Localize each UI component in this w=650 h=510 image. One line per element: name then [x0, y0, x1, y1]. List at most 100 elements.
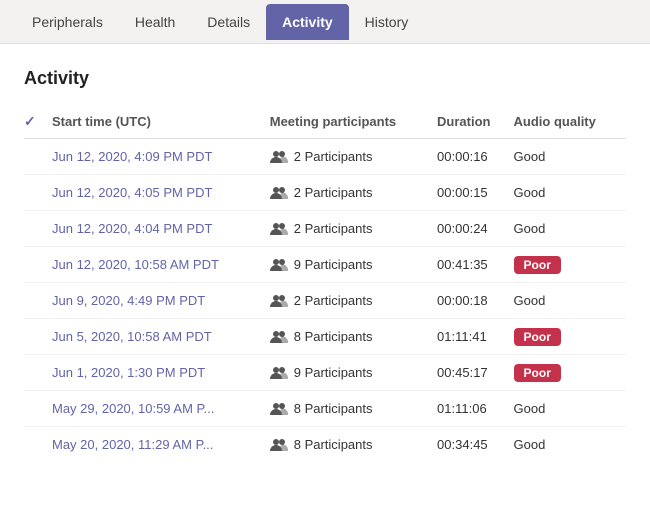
row-duration: 00:41:35 [437, 247, 513, 283]
tab-health[interactable]: Health [119, 4, 191, 40]
row-participants-count: 8 Participants [294, 329, 373, 344]
col-start-time: Start time (UTC) [52, 105, 270, 139]
start-time-link[interactable]: Jun 12, 2020, 4:09 PM PDT [52, 149, 212, 164]
row-duration: 00:00:16 [437, 139, 513, 175]
row-participants: 8 Participants [270, 319, 437, 355]
row-start-time[interactable]: Jun 12, 2020, 4:09 PM PDT [52, 139, 270, 175]
col-audio-quality: Audio quality [514, 105, 626, 139]
participants-icon [270, 402, 288, 416]
table-row: Jun 12, 2020, 4:05 PM PDT 2 Participants 0… [24, 175, 626, 211]
row-participants-count: 9 Participants [294, 365, 373, 380]
row-check [24, 319, 52, 355]
row-audio-quality: Poor [514, 247, 626, 283]
table-row: Jun 5, 2020, 10:58 AM PDT 8 Participants 0… [24, 319, 626, 355]
row-participants: 2 Participants [270, 139, 437, 175]
activity-table: ✓ Start time (UTC) Meeting participants … [24, 105, 626, 462]
row-audio-quality: Good [514, 283, 626, 319]
table-header-row: ✓ Start time (UTC) Meeting participants … [24, 105, 626, 139]
row-audio-quality: Good [514, 139, 626, 175]
row-start-time[interactable]: Jun 9, 2020, 4:49 PM PDT [52, 283, 270, 319]
start-time-link[interactable]: Jun 12, 2020, 4:04 PM PDT [52, 221, 212, 236]
participants-icon [270, 258, 288, 272]
row-duration: 00:45:17 [437, 355, 513, 391]
row-audio-quality: Good [514, 391, 626, 427]
row-check [24, 391, 52, 427]
row-participants: 9 Participants [270, 247, 437, 283]
row-start-time[interactable]: Jun 12, 2020, 10:58 AM PDT [52, 247, 270, 283]
participants-icon [270, 438, 288, 452]
row-participants-count: 9 Participants [294, 257, 373, 272]
row-check [24, 283, 52, 319]
participants-icon [270, 366, 288, 380]
row-audio-quality: Poor [514, 319, 626, 355]
row-participants-count: 8 Participants [294, 437, 373, 452]
row-check [24, 355, 52, 391]
row-participants: 2 Participants [270, 211, 437, 247]
start-time-link[interactable]: Jun 5, 2020, 10:58 AM PDT [52, 329, 212, 344]
start-time-link[interactable]: Jun 1, 2020, 1:30 PM PDT [52, 365, 205, 380]
col-duration: Duration [437, 105, 513, 139]
col-check: ✓ [24, 105, 52, 139]
start-time-link[interactable]: Jun 12, 2020, 10:58 AM PDT [52, 257, 219, 272]
row-start-time[interactable]: Jun 12, 2020, 4:05 PM PDT [52, 175, 270, 211]
row-participants-count: 2 Participants [294, 293, 373, 308]
row-participants-count: 2 Participants [294, 185, 373, 200]
row-duration: 00:00:15 [437, 175, 513, 211]
row-audio-quality: Good [514, 175, 626, 211]
row-check [24, 175, 52, 211]
row-participants: 2 Participants [270, 175, 437, 211]
row-duration: 00:00:18 [437, 283, 513, 319]
row-start-time[interactable]: May 29, 2020, 10:59 AM P... [52, 391, 270, 427]
row-audio-quality: Good [514, 427, 626, 463]
row-participants: 2 Participants [270, 283, 437, 319]
main-content: Activity ✓ Start time (UTC) Meeting part… [0, 44, 650, 510]
participants-icon [270, 330, 288, 344]
tab-bar: PeripheralsHealthDetailsActivityHistory [0, 0, 650, 44]
tab-details[interactable]: Details [191, 4, 266, 40]
row-check [24, 139, 52, 175]
row-duration: 00:34:45 [437, 427, 513, 463]
start-time-link[interactable]: May 29, 2020, 10:59 AM P... [52, 401, 214, 416]
participants-icon [270, 222, 288, 236]
table-row: Jun 9, 2020, 4:49 PM PDT 2 Participants 00… [24, 283, 626, 319]
row-duration: 00:00:24 [437, 211, 513, 247]
tab-peripherals[interactable]: Peripherals [16, 4, 119, 40]
row-start-time[interactable]: Jun 5, 2020, 10:58 AM PDT [52, 319, 270, 355]
row-check [24, 247, 52, 283]
participants-icon [270, 150, 288, 164]
start-time-link[interactable]: Jun 12, 2020, 4:05 PM PDT [52, 185, 212, 200]
row-audio-quality: Poor [514, 355, 626, 391]
row-check [24, 211, 52, 247]
table-row: Jun 12, 2020, 4:04 PM PDT 2 Participants 0… [24, 211, 626, 247]
start-time-link[interactable]: Jun 9, 2020, 4:49 PM PDT [52, 293, 205, 308]
tab-history[interactable]: History [349, 4, 425, 40]
table-row: Jun 1, 2020, 1:30 PM PDT 9 Participants 00… [24, 355, 626, 391]
row-start-time[interactable]: May 20, 2020, 11:29 AM P... [52, 427, 270, 463]
row-participants-count: 8 Participants [294, 401, 373, 416]
row-participants-count: 2 Participants [294, 149, 373, 164]
row-duration: 01:11:06 [437, 391, 513, 427]
row-participants: 8 Participants [270, 427, 437, 463]
table-row: Jun 12, 2020, 4:09 PM PDT 2 Participants 0… [24, 139, 626, 175]
table-row: Jun 12, 2020, 10:58 AM PDT 9 Participants… [24, 247, 626, 283]
table-row: May 29, 2020, 10:59 AM P... 8 Participant… [24, 391, 626, 427]
row-participants-count: 2 Participants [294, 221, 373, 236]
row-start-time[interactable]: Jun 1, 2020, 1:30 PM PDT [52, 355, 270, 391]
poor-badge: Poor [514, 328, 561, 346]
participants-icon [270, 186, 288, 200]
row-participants: 8 Participants [270, 391, 437, 427]
tab-activity[interactable]: Activity [266, 4, 349, 40]
row-start-time[interactable]: Jun 12, 2020, 4:04 PM PDT [52, 211, 270, 247]
start-time-link[interactable]: May 20, 2020, 11:29 AM P... [52, 437, 213, 452]
page-title: Activity [24, 68, 626, 89]
row-audio-quality: Good [514, 211, 626, 247]
table-row: May 20, 2020, 11:29 AM P... 8 Participant… [24, 427, 626, 463]
poor-badge: Poor [514, 364, 561, 382]
row-duration: 01:11:41 [437, 319, 513, 355]
check-icon: ✓ [24, 113, 36, 129]
poor-badge: Poor [514, 256, 561, 274]
row-check [24, 427, 52, 463]
participants-icon [270, 294, 288, 308]
row-participants: 9 Participants [270, 355, 437, 391]
col-participants: Meeting participants [270, 105, 437, 139]
